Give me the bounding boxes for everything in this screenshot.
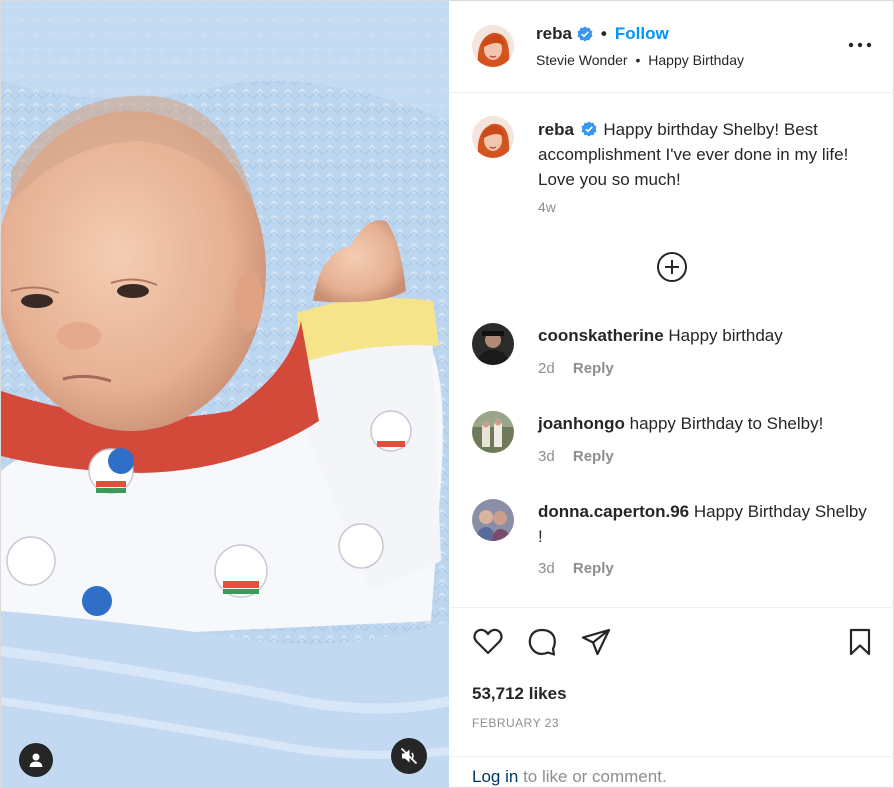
comment-icon[interactable]	[526, 626, 558, 658]
login-prompt: Log in to like or comment.	[450, 756, 894, 788]
comment-time[interactable]: 2d	[538, 360, 555, 377]
author-avatar-image	[472, 25, 514, 67]
location-link[interactable]: Happy Birthday	[648, 52, 744, 68]
commenter-avatar-image	[472, 499, 514, 541]
mute-button[interactable]	[391, 738, 427, 774]
comment-meta: 2d Reply	[538, 360, 614, 377]
commenter-avatar[interactable]	[472, 411, 514, 453]
author-username[interactable]: reba	[536, 24, 572, 44]
caption-timestamp[interactable]: 4w	[538, 199, 556, 215]
caption-username[interactable]: reba	[538, 120, 574, 139]
comment-text-block: joanhongo happy Birthday to Shelby!	[538, 411, 868, 436]
comment-username[interactable]: joanhongo	[538, 414, 625, 433]
comment-text-block: donna.caperton.96 Happy Birthday Shelby …	[538, 499, 868, 549]
user-tag-button[interactable]	[19, 743, 53, 777]
author-avatar[interactable]	[472, 25, 514, 67]
comment-text: happy Birthday to Shelby!	[629, 414, 824, 433]
commenter-avatar[interactable]	[472, 499, 514, 541]
header-separator: •	[600, 24, 607, 43]
reply-button[interactable]: Reply	[573, 360, 614, 377]
instagram-post: reba • Follow Stevie Wonder • Happy Birt…	[0, 0, 894, 788]
post-side-panel: reba • Follow Stevie Wonder • Happy Birt…	[450, 1, 894, 788]
load-more-comments-button[interactable]	[656, 251, 688, 283]
send-icon[interactable]	[580, 626, 612, 658]
reply-button[interactable]: Reply	[573, 560, 614, 577]
comment-time[interactable]: 3d	[538, 560, 555, 577]
likes-count[interactable]: 53,712 likes	[472, 684, 567, 704]
audio-link[interactable]: Stevie Wonder	[536, 52, 628, 68]
commenter-avatar-image	[472, 323, 514, 365]
heart-icon[interactable]	[472, 626, 504, 658]
baby-photo	[1, 1, 449, 788]
caption-avatar-image	[472, 116, 514, 158]
post-actions: 53,712 likes FEBRUARY 23 Log in to like …	[450, 607, 894, 788]
more-options-button[interactable]	[846, 31, 874, 59]
post-media[interactable]	[1, 1, 449, 788]
plus-circle-icon	[657, 252, 687, 282]
comment-meta: 3d Reply	[538, 448, 614, 465]
more-horizontal-icon	[848, 42, 872, 48]
comment-text: Happy birthday	[668, 326, 783, 345]
comment-username[interactable]: coonskatherine	[538, 326, 664, 345]
bookmark-icon[interactable]	[844, 626, 876, 658]
commenter-avatar[interactable]	[472, 323, 514, 365]
verified-badge-icon	[581, 121, 597, 137]
author-subline: Stevie Wonder • Happy Birthday	[536, 52, 744, 68]
author-line: reba • Follow	[536, 24, 669, 44]
login-link[interactable]: Log in	[472, 767, 518, 786]
caption-avatar[interactable]	[472, 116, 514, 158]
follow-button[interactable]: Follow	[615, 24, 669, 44]
verified-badge-icon	[577, 26, 593, 42]
reply-button[interactable]: Reply	[573, 448, 614, 465]
comment-text-block: coonskatherine Happy birthday	[538, 323, 868, 348]
subline-separator: •	[635, 52, 641, 68]
user-tag-icon	[29, 753, 43, 767]
mute-icon	[400, 747, 418, 765]
comment-meta: 3d Reply	[538, 560, 614, 577]
login-suffix: to like or comment.	[523, 767, 667, 786]
caption-text-block: reba Happy birthday Shelby! Best accompl…	[538, 117, 878, 192]
post-date[interactable]: FEBRUARY 23	[472, 716, 559, 730]
commenter-avatar-image	[472, 411, 514, 453]
login-prompt-text: Log in to like or comment.	[472, 767, 667, 787]
post-header: reba • Follow Stevie Wonder • Happy Birt…	[450, 1, 894, 93]
comment-username[interactable]: donna.caperton.96	[538, 502, 689, 521]
comment-time[interactable]: 3d	[538, 448, 555, 465]
